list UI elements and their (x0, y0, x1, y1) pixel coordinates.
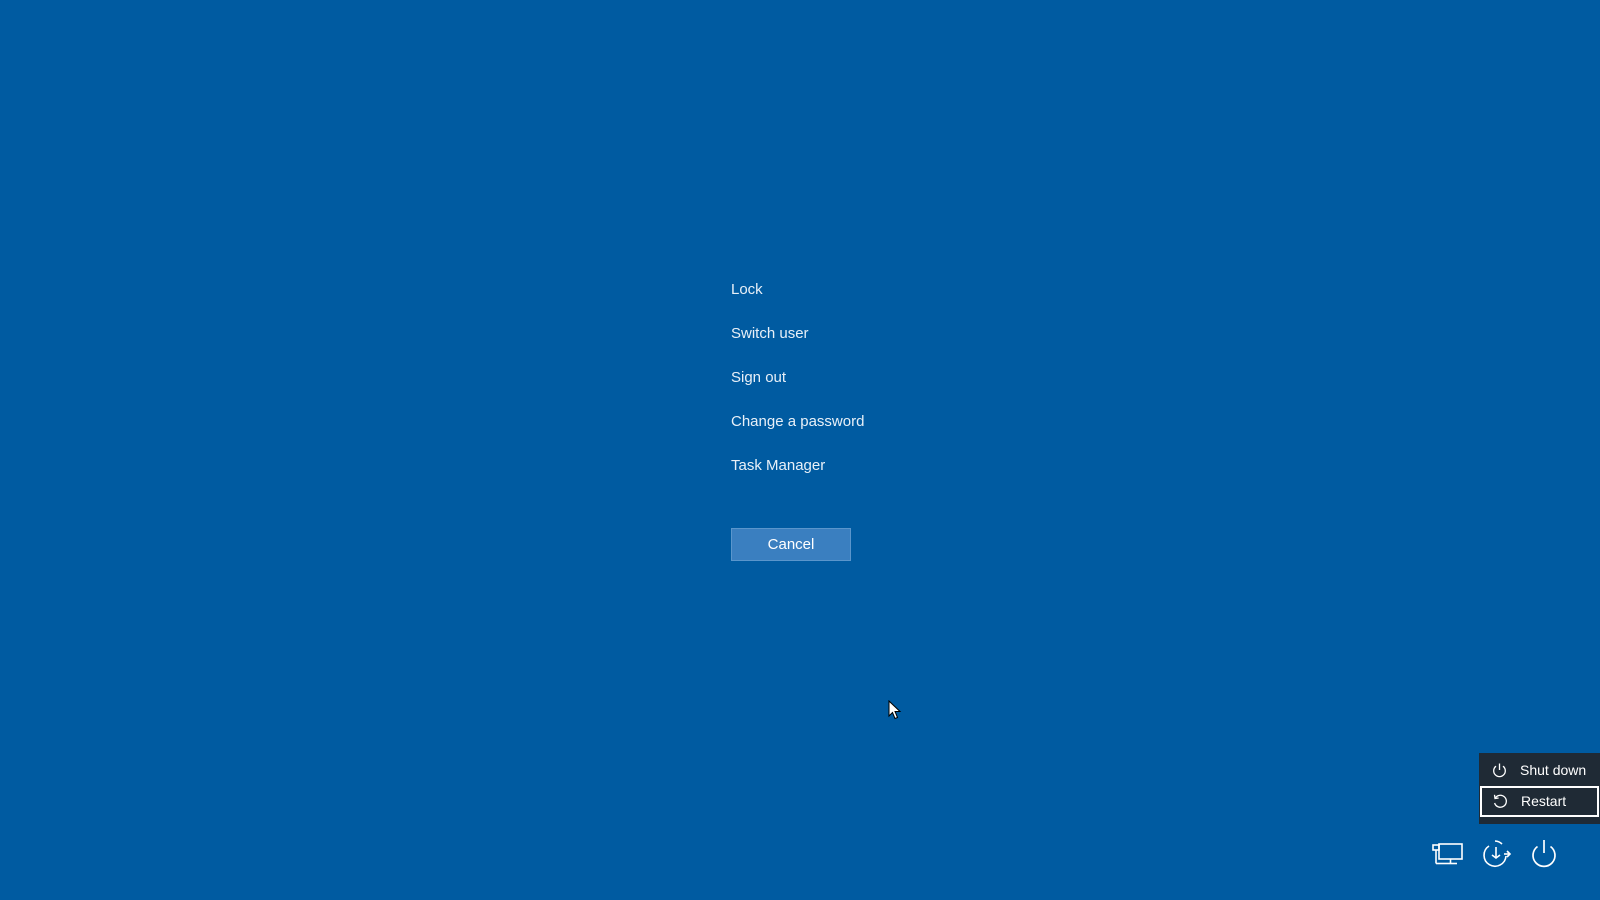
power-icon (1493, 763, 1506, 778)
power-options-flyout: Shut down Restart (1479, 753, 1600, 824)
sign-out-option[interactable]: Sign out (731, 368, 864, 412)
security-options-menu: Lock Switch user Sign out Change a passw… (731, 280, 864, 500)
switch-user-option[interactable]: Switch user (731, 324, 864, 368)
restart-option[interactable]: Restart (1480, 786, 1599, 817)
network-icon (1432, 843, 1463, 865)
shut-down-option[interactable]: Shut down (1479, 755, 1600, 786)
change-password-option[interactable]: Change a password (731, 412, 864, 456)
system-tray (1430, 836, 1570, 872)
network-button[interactable] (1430, 836, 1466, 872)
power-button[interactable] (1526, 836, 1562, 872)
restart-label: Restart (1521, 793, 1567, 809)
accessibility-icon (1483, 840, 1512, 867)
cancel-button[interactable]: Cancel (731, 528, 851, 561)
task-manager-option[interactable]: Task Manager (731, 456, 864, 500)
restart-icon (1493, 794, 1507, 808)
shut-down-label: Shut down (1520, 762, 1587, 778)
power-icon (1532, 840, 1556, 868)
accessibility-button[interactable] (1478, 836, 1514, 872)
mouse-cursor-icon (888, 700, 902, 720)
lock-option[interactable]: Lock (731, 280, 864, 324)
